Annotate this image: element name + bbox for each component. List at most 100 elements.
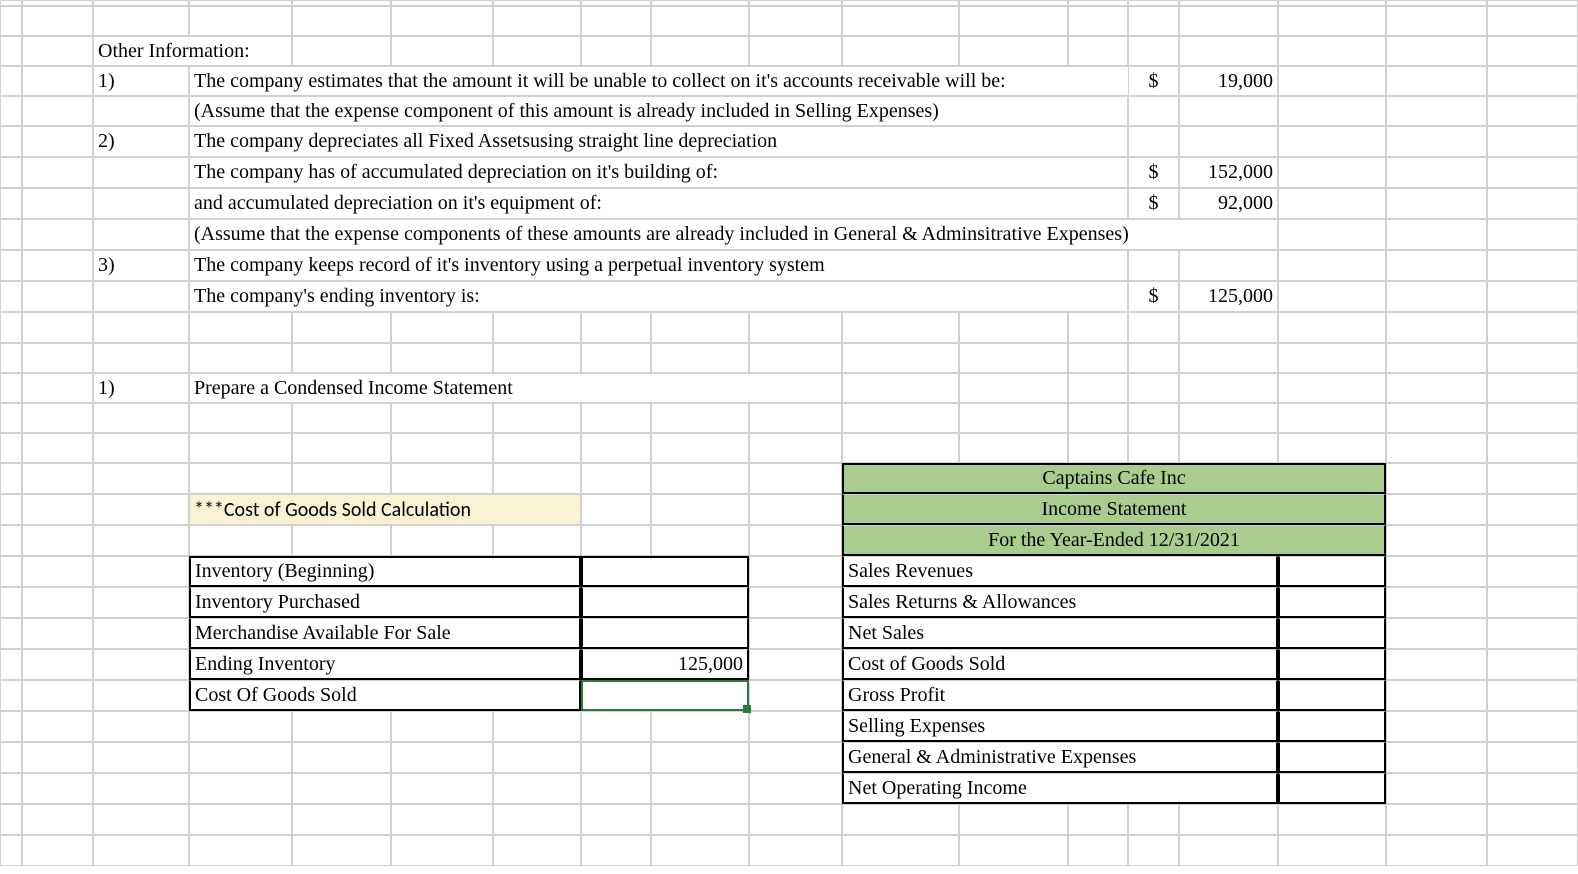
grid-cell[interactable] (1487, 312, 1578, 343)
grid-cell[interactable] (0, 281, 22, 312)
grid-cell[interactable] (22, 680, 93, 711)
grid-cell[interactable] (749, 343, 842, 373)
stmt-net-op-income-val[interactable] (1278, 773, 1386, 804)
grid-cell[interactable] (22, 188, 93, 219)
grid-cell[interactable] (493, 433, 581, 463)
grid-cell[interactable] (1068, 373, 1128, 403)
grid-cell[interactable] (749, 36, 842, 66)
grid-cell[interactable] (651, 711, 749, 742)
grid-cell[interactable] (959, 835, 1068, 866)
grid-cell[interactable] (0, 742, 22, 773)
grid-cell[interactable] (1386, 343, 1487, 373)
grid-cell[interactable] (1487, 587, 1578, 618)
stmt-sales-rev[interactable]: Sales Revenues (842, 556, 1278, 587)
grid-cell[interactable] (0, 36, 22, 66)
grid-cell[interactable] (1386, 36, 1487, 66)
grid-cell[interactable] (1487, 711, 1578, 742)
stmt-cogs-val[interactable] (1278, 649, 1386, 680)
grid-cell[interactable] (1487, 463, 1578, 494)
grid-cell[interactable] (0, 711, 22, 742)
grid-cell[interactable] (1386, 773, 1487, 804)
grid-cell[interactable] (93, 312, 189, 343)
grid-cell[interactable] (0, 680, 22, 711)
grid-cell[interactable] (1386, 618, 1487, 649)
cogs-row-beginning[interactable]: Inventory (Beginning) (189, 556, 581, 587)
cogs-val-cogs-selected[interactable] (581, 680, 749, 711)
grid-cell[interactable] (1487, 649, 1578, 680)
grid-cell[interactable] (0, 373, 22, 403)
grid-cell[interactable] (0, 126, 22, 157)
grid-cell[interactable] (22, 494, 93, 525)
grid-cell[interactable] (0, 835, 22, 866)
grid-cell[interactable] (0, 587, 22, 618)
grid-cell[interactable] (391, 773, 493, 804)
grid-cell[interactable] (1278, 66, 1386, 96)
grid-cell[interactable] (189, 711, 292, 742)
stmt-net-sales-val[interactable] (1278, 618, 1386, 649)
grid-cell[interactable] (749, 804, 842, 835)
grid-cell[interactable] (493, 463, 581, 494)
grid-cell[interactable] (1128, 403, 1179, 433)
grid-cell[interactable] (292, 36, 391, 66)
value-92000[interactable]: 92,000 (1179, 188, 1278, 219)
grid-cell[interactable] (749, 525, 842, 556)
grid-cell[interactable] (581, 494, 651, 525)
grid-cell[interactable] (93, 403, 189, 433)
cogs-row-purchased[interactable]: Inventory Purchased (189, 587, 581, 618)
spreadsheet-sheet[interactable]: // We build the base grid of empty cells… (0, 0, 1578, 874)
grid-cell[interactable] (0, 96, 22, 126)
grid-cell[interactable] (93, 804, 189, 835)
grid-cell[interactable] (93, 433, 189, 463)
grid-cell[interactable] (1386, 433, 1487, 463)
grid-cell[interactable] (93, 773, 189, 804)
stmt-gross-profit-val[interactable] (1278, 680, 1386, 711)
grid-cell[interactable] (1068, 433, 1128, 463)
grid-cell[interactable] (842, 36, 959, 66)
grid-cell[interactable] (1386, 649, 1487, 680)
grid-cell[interactable] (1487, 804, 1578, 835)
grid-cell[interactable] (1278, 835, 1386, 866)
grid-cell[interactable] (1128, 373, 1179, 403)
grid-cell[interactable] (391, 525, 493, 556)
grid-cell[interactable] (959, 403, 1068, 433)
value-125000[interactable]: 125,000 (1179, 281, 1278, 312)
grid-cell[interactable] (1386, 742, 1487, 773)
cogs-val-available[interactable] (581, 618, 749, 649)
grid-cell[interactable] (189, 463, 292, 494)
grid-cell[interactable] (22, 556, 93, 587)
grid-cell[interactable] (651, 403, 749, 433)
grid-cell[interactable] (1128, 6, 1179, 36)
grid-cell[interactable] (1487, 742, 1578, 773)
grid-cell[interactable] (493, 835, 581, 866)
grid-cell[interactable] (493, 804, 581, 835)
value-152000[interactable]: 152,000 (1179, 157, 1278, 188)
grid-cell[interactable] (93, 188, 189, 219)
grid-cell[interactable] (1487, 96, 1578, 126)
grid-cell[interactable] (292, 312, 391, 343)
grid-cell[interactable] (959, 36, 1068, 66)
grid-cell[interactable] (749, 742, 842, 773)
grid-cell[interactable] (1386, 680, 1487, 711)
grid-cell[interactable] (1487, 126, 1578, 157)
grid-cell[interactable] (93, 742, 189, 773)
grid-cell[interactable] (292, 711, 391, 742)
grid-cell[interactable] (651, 463, 749, 494)
grid-cell[interactable] (189, 525, 292, 556)
grid-cell[interactable] (93, 281, 189, 312)
grid-cell[interactable] (1386, 188, 1487, 219)
grid-cell[interactable] (749, 618, 842, 649)
grid-cell[interactable] (749, 494, 842, 525)
grid-cell[interactable] (1386, 711, 1487, 742)
grid-cell[interactable] (22, 835, 93, 866)
stmt-cogs[interactable]: Cost of Goods Sold (842, 649, 1278, 680)
grid-cell[interactable] (22, 36, 93, 66)
grid-cell[interactable] (1487, 343, 1578, 373)
grid-cell[interactable] (1128, 250, 1179, 281)
grid-cell[interactable] (1068, 36, 1128, 66)
grid-cell[interactable] (959, 433, 1068, 463)
grid-cell[interactable] (93, 6, 189, 36)
grid-cell[interactable] (0, 618, 22, 649)
grid-cell[interactable] (189, 835, 292, 866)
grid-cell[interactable] (1487, 157, 1578, 188)
grid-cell[interactable] (493, 525, 581, 556)
